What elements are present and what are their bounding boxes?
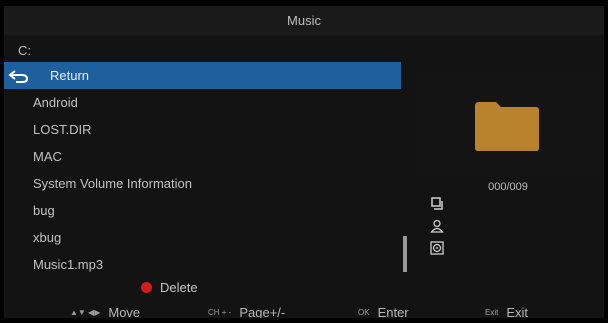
- list-item-label: System Volume Information: [33, 176, 192, 191]
- delete-label: Delete: [160, 280, 198, 295]
- hint-move: ▲▼ ◀▶ Move: [70, 305, 140, 318]
- list-item[interactable]: Music1.mp3: [4, 251, 401, 278]
- channel-key-label: CH + -: [208, 308, 232, 317]
- hint-page: CH + - Page+/-: [208, 305, 285, 318]
- list-item-label: bug: [33, 203, 55, 218]
- list-item-label: Music1.mp3: [33, 257, 104, 272]
- arrow-keys-icon: ▲▼ ◀▶: [70, 308, 101, 317]
- hint-enter-label: Enter: [377, 305, 409, 318]
- hint-exit: Exit Exit: [485, 305, 528, 318]
- artist-icon: [430, 219, 444, 233]
- red-button-icon: [141, 282, 152, 293]
- hint-page-label: Page+/-: [239, 305, 286, 318]
- list-item[interactable]: MAC: [4, 143, 401, 170]
- list-item-label: LOST.DIR: [33, 122, 92, 137]
- exit-key-label: Exit: [485, 308, 499, 317]
- return-icon: [8, 69, 36, 83]
- preview-panel: [420, 74, 596, 174]
- list-item-label: Android: [33, 95, 78, 110]
- list-item[interactable]: System Volume Information: [4, 170, 401, 197]
- window-title: Music: [287, 13, 321, 28]
- current-path: C:: [18, 43, 31, 58]
- list-item[interactable]: bug: [4, 197, 401, 224]
- disc-icon: [430, 241, 444, 255]
- hint-enter: OK Enter: [358, 305, 409, 318]
- list-item-label: Return: [50, 68, 90, 83]
- hint-move-label: Move: [108, 305, 141, 318]
- list-item[interactable]: Android: [4, 89, 401, 116]
- music-browser-window: Music C: Return Android LOST.DIR MAC Sys…: [4, 6, 604, 318]
- list-item[interactable]: LOST.DIR: [4, 116, 401, 143]
- list-item-return[interactable]: Return: [4, 62, 401, 89]
- title-bar: Music: [4, 6, 604, 35]
- delete-action[interactable]: Delete: [141, 280, 198, 295]
- folder-icon: [474, 100, 540, 152]
- file-list: Return Android LOST.DIR MAC System Volum…: [4, 62, 401, 278]
- list-item[interactable]: xbug: [4, 224, 401, 251]
- hint-exit-label: Exit: [506, 305, 529, 318]
- item-counter: 000/009: [488, 181, 528, 193]
- list-item-label: MAC: [33, 149, 62, 164]
- list-item-label: xbug: [33, 230, 62, 245]
- ok-key-label: OK: [358, 308, 370, 317]
- list-scrollbar[interactable]: [403, 236, 407, 272]
- album-icon: [430, 197, 444, 211]
